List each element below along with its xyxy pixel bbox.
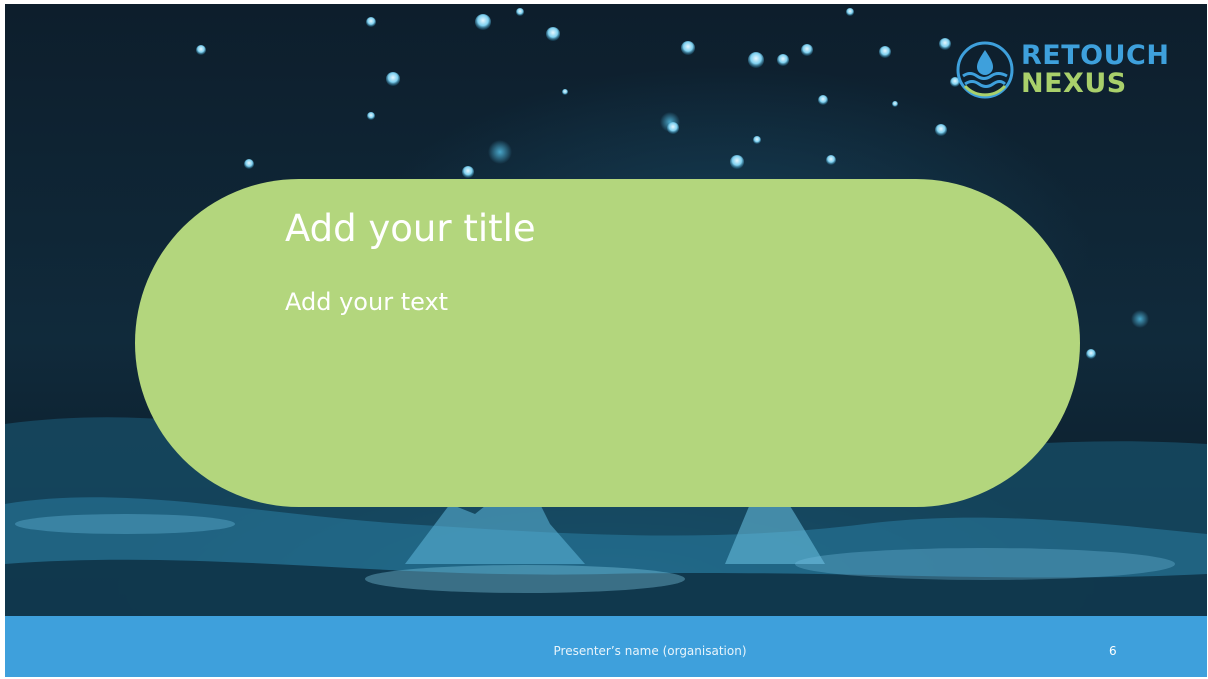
water-drop-waves-icon <box>956 41 1014 99</box>
content-pill <box>135 179 1080 507</box>
footer-bar: Presenter’s name (organisation) 6 <box>5 616 1207 677</box>
page-number: 6 <box>1109 644 1117 658</box>
logo-word-nexus: NEXUS <box>1021 68 1127 99</box>
slide: Add your title Add your text RETOUCH NEX… <box>5 4 1207 677</box>
slide-title[interactable]: Add your title <box>285 207 536 250</box>
presenter-name[interactable]: Presenter’s name (organisation) <box>5 644 1207 658</box>
logo-word-retouch: RETOUCH <box>1021 40 1170 71</box>
retouch-nexus-logo: RETOUCH NEXUS <box>955 36 1195 102</box>
slide-text[interactable]: Add your text <box>285 288 448 316</box>
